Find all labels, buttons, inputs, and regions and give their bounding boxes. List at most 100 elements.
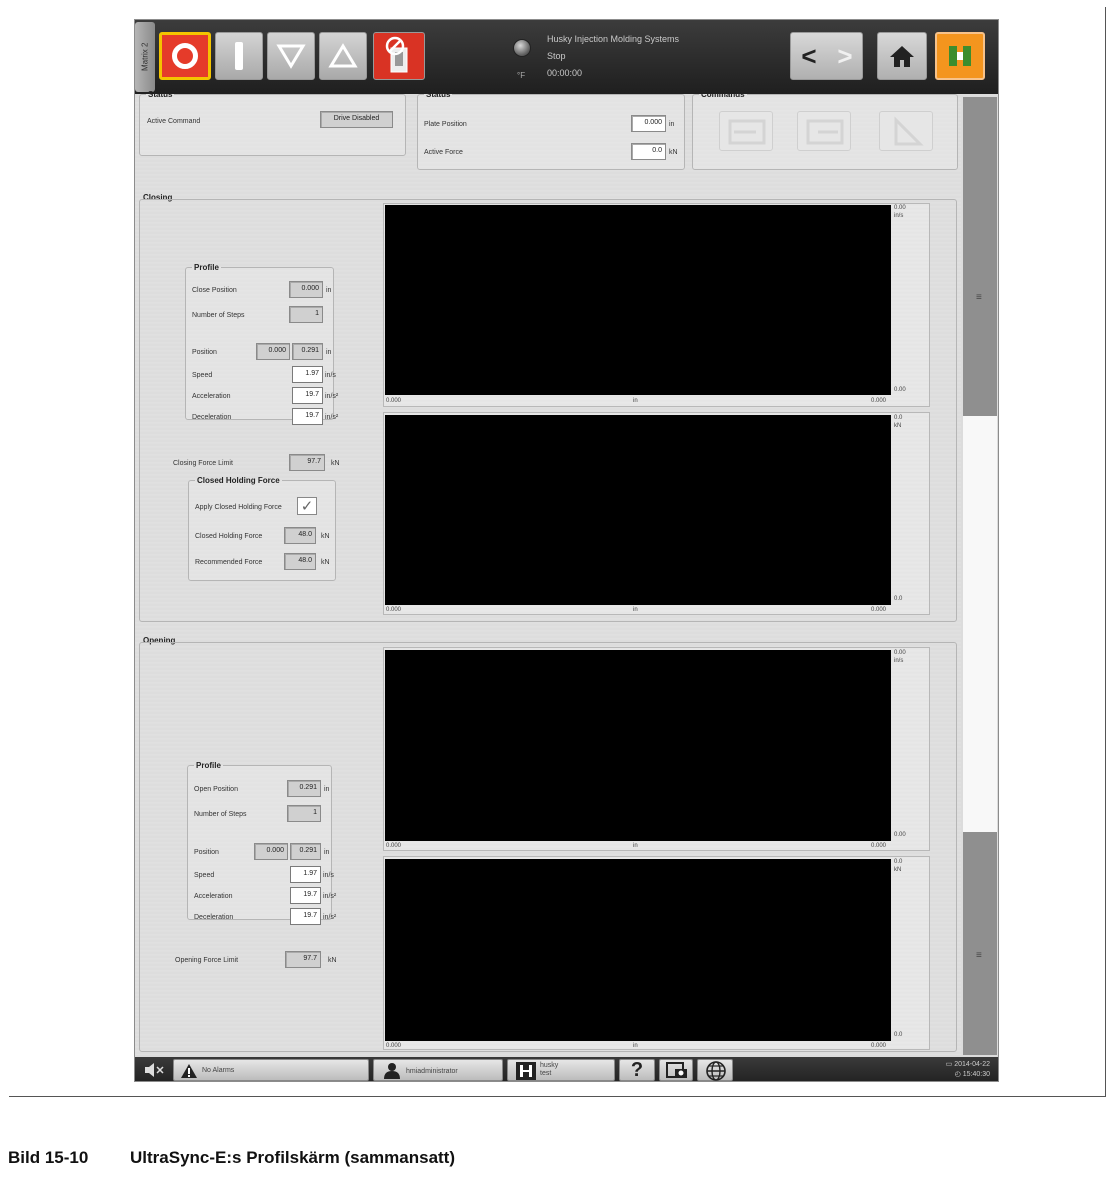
closing-force-limit-unit: kN: [331, 460, 340, 467]
opening-force-x-left: 0.000: [386, 1043, 402, 1049]
mold-screen-button[interactable]: [935, 32, 985, 80]
run-button[interactable]: [215, 32, 263, 80]
close-position-label: Close Position: [192, 287, 237, 294]
recommended-force-value: 48.0: [284, 553, 316, 570]
plate-status-panel: Status Plate Position 0.000 in Active Fo…: [417, 90, 685, 170]
open-position-label: Open Position: [194, 786, 238, 793]
open-deceleration-input[interactable]: 19.7: [290, 908, 321, 925]
open-mold-icon: [728, 119, 766, 145]
opening-force-x-right: 0.000: [871, 1043, 887, 1049]
globe-icon: [706, 1061, 726, 1081]
back-button[interactable]: <: [791, 33, 827, 79]
figure-number: Bild 15-10: [8, 1148, 89, 1167]
opening-force-y-top: 0.0: [894, 859, 903, 865]
closing-speed-x-right: 0.000: [871, 398, 887, 404]
user-icon: [384, 1063, 400, 1079]
opening-speed-y-unit: in/s: [894, 658, 904, 664]
warning-icon: [181, 1064, 197, 1078]
scrollbar-thumb[interactable]: [963, 416, 997, 832]
opening-speed-x-left: 0.000: [386, 843, 402, 849]
deceleration-unit: in/s²: [325, 414, 339, 421]
mode-down-button[interactable]: [267, 32, 315, 80]
user-name: hmiadministrator: [406, 1068, 458, 1075]
closing-speed-x-unit: in: [633, 398, 638, 404]
num-steps-value: 1: [289, 306, 323, 323]
gate-disabled-icon: [385, 36, 408, 73]
machine-tab[interactable]: Matrix 2: [135, 22, 155, 92]
mold-name-line2: test: [540, 1070, 552, 1077]
open-position-end-value: 0.291: [290, 843, 321, 860]
triangle-up-icon: [328, 43, 358, 68]
opening-force-limit-unit: kN: [328, 957, 337, 964]
time: 15:40:30: [962, 1071, 990, 1078]
home-icon: [890, 46, 914, 67]
closed-holding-force-panel: Closed Holding Force Apply Closed Holdin…: [188, 476, 336, 581]
date-time: ▭ 2014-04-22 ◴ 15:40:30: [946, 1060, 990, 1080]
opening-profile-panel: Profile Open Position 0.291 in Number of…: [187, 761, 336, 925]
plate-position-value: 0.000: [631, 115, 666, 132]
run-icon: [235, 42, 243, 70]
closing-force-limit-value: 97.7: [289, 454, 325, 471]
closing-force-limit-label: Closing Force Limit: [173, 460, 233, 467]
figure-title: UltraSync-E:s Profilskärm (sammansatt): [130, 1148, 456, 1167]
alarms-status: No Alarms: [202, 1067, 235, 1074]
open-position-row-unit: in: [324, 849, 330, 856]
open-speed-label: Speed: [194, 872, 215, 879]
cycle-time: 00:00:00: [547, 68, 583, 78]
opening-force-y-unit: kN: [894, 867, 902, 873]
closing-force-x-right: 0.000: [871, 607, 887, 613]
deceleration-input[interactable]: 19.7: [292, 408, 323, 425]
plate-status-title: Status: [426, 90, 451, 99]
husky-logo-icon: [516, 1062, 536, 1080]
closing-force-y-top: 0.0: [894, 415, 903, 421]
open-position-value: 0.291: [287, 780, 321, 797]
stop-button[interactable]: [159, 32, 211, 80]
language-button[interactable]: [697, 1059, 733, 1081]
position-end-value: 0.291: [292, 343, 323, 360]
close-mold-command[interactable]: [797, 111, 851, 151]
forward-button[interactable]: >: [827, 33, 863, 79]
status-title: Status: [148, 90, 173, 99]
home-button[interactable]: [877, 32, 927, 80]
alarms-button[interactable]: No Alarms: [173, 1059, 369, 1081]
acceleration-input[interactable]: 19.7: [292, 387, 323, 404]
mode-up-button[interactable]: [319, 32, 367, 80]
open-speed-input[interactable]: 1.97: [290, 866, 321, 883]
bottom-status-bar: No Alarms hmiadministrator husky test ? …: [135, 1057, 998, 1081]
closing-speed-x-left: 0.000: [386, 398, 402, 404]
screen-capture-icon: [666, 1062, 687, 1078]
scroll-grip-icon: ≡: [976, 292, 982, 303]
system-name: Husky Injection Molding Systems: [547, 34, 680, 44]
setup-command[interactable]: [879, 111, 933, 151]
mold-name: husky test: [540, 1062, 558, 1078]
mute-button[interactable]: [143, 1062, 165, 1078]
speed-label: Speed: [192, 372, 213, 379]
commands-panel: Commands: [692, 90, 958, 170]
open-acceleration-input[interactable]: 19.7: [290, 887, 321, 904]
open-deceleration-label: Deceleration: [194, 914, 234, 921]
open-position-unit: in: [324, 786, 330, 793]
holding-force-unit: kN: [321, 533, 330, 540]
profile-content: Status Active Command Drive Disabled Sta…: [135, 90, 961, 1055]
user-button[interactable]: hmiadministrator: [373, 1059, 503, 1081]
open-deceleration-unit: in/s²: [323, 914, 337, 921]
deceleration-label: Deceleration: [192, 414, 232, 421]
close-position-unit: in: [326, 287, 332, 294]
apply-holding-force-checkbox[interactable]: ✓: [297, 497, 317, 515]
open-mold-command[interactable]: [719, 111, 773, 151]
closing-force-y-bottom: 0.0: [894, 596, 903, 602]
gate-disabled-button[interactable]: [373, 32, 425, 80]
clock-icon: ◴: [954, 1071, 961, 1078]
help-button[interactable]: ?: [619, 1059, 655, 1081]
temperature-unit: °F: [517, 71, 526, 80]
speed-input[interactable]: 1.97: [292, 366, 323, 383]
position-label: Position: [192, 349, 217, 356]
mold-info-button[interactable]: husky test: [507, 1059, 615, 1081]
opening-speed-x-unit: in: [633, 843, 638, 849]
screenshot-button[interactable]: [659, 1059, 693, 1081]
calendar-icon: ▭: [945, 1061, 953, 1068]
closing-profile-title: Profile: [194, 263, 219, 272]
opening-speed-x-right: 0.000: [871, 843, 887, 849]
opening-force-limit-value: 97.7: [285, 951, 321, 968]
closing-speed-y-unit: in/s: [894, 213, 904, 219]
